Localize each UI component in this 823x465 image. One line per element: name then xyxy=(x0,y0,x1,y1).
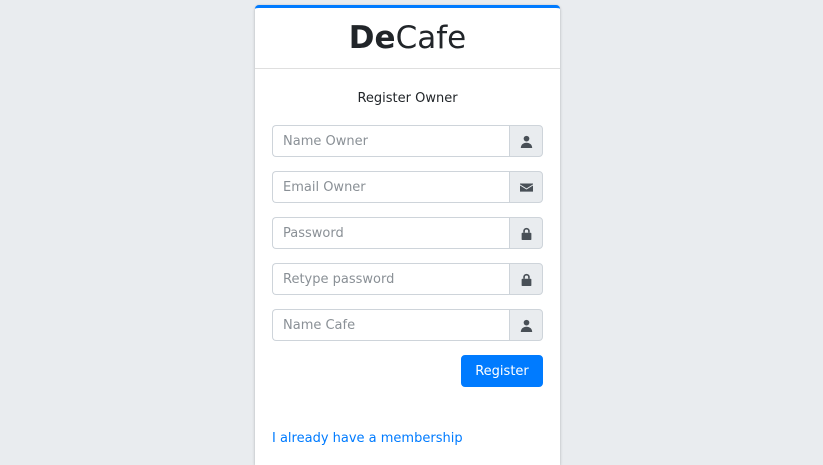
card-body: Register Owner Name Owner Email Owner Na… xyxy=(255,89,560,446)
retype-password-input[interactable] xyxy=(272,263,509,295)
lock-icon xyxy=(509,263,543,295)
register-button[interactable]: Register xyxy=(461,355,543,387)
membership-link[interactable]: I already have a membership xyxy=(272,431,463,446)
password-input[interactable] xyxy=(272,217,509,249)
envelope-icon xyxy=(509,171,543,203)
retype-password-group xyxy=(272,263,543,295)
brand-bold: De xyxy=(348,20,396,56)
lock-icon xyxy=(509,217,543,249)
card-header: DeCafe xyxy=(255,8,560,69)
user-icon xyxy=(509,309,543,341)
register-form: Register xyxy=(272,125,543,387)
brand-regular: Cafe xyxy=(395,20,467,56)
name-cafe-group xyxy=(272,309,543,341)
name-owner-group xyxy=(272,125,543,157)
name-owner-input[interactable] xyxy=(272,125,509,157)
brand-logo-link[interactable]: DeCafe xyxy=(349,20,466,56)
user-icon xyxy=(509,125,543,157)
name-cafe-input[interactable] xyxy=(272,309,509,341)
email-owner-input[interactable] xyxy=(272,171,509,203)
email-owner-group xyxy=(272,171,543,203)
password-group xyxy=(272,217,543,249)
register-title: Register Owner xyxy=(357,91,458,106)
form-actions: Register xyxy=(272,355,543,387)
register-card: DeCafe Register Owner Name Owner Email O… xyxy=(255,5,560,465)
